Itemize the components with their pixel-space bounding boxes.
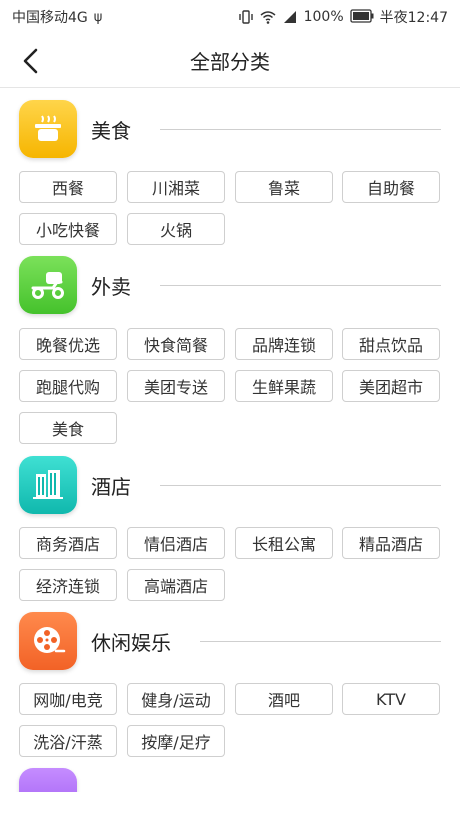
tag-item[interactable]: 川湘菜 bbox=[127, 171, 225, 203]
status-bar: 中国移动4G ψ 100% 半夜12:47 bbox=[0, 0, 460, 34]
tag-item[interactable]: 商务酒店 bbox=[19, 527, 117, 559]
battery-percent: 100% bbox=[303, 9, 344, 25]
tag-item[interactable]: 鲁菜 bbox=[235, 171, 333, 203]
tag-item[interactable]: 自助餐 bbox=[342, 171, 440, 203]
clock: 半夜12:47 bbox=[379, 10, 448, 26]
section-title: 休闲娱乐 bbox=[91, 630, 171, 655]
tag-item[interactable]: 美食 bbox=[19, 412, 117, 444]
tag-item[interactable]: 按摩/足疗 bbox=[127, 725, 225, 757]
delivery-scooter-icon bbox=[19, 256, 77, 314]
back-button[interactable] bbox=[14, 44, 48, 78]
tag-item[interactable]: 生鲜果蔬 bbox=[235, 370, 333, 402]
section-divider bbox=[160, 285, 441, 286]
tag-item[interactable]: 高端酒店 bbox=[127, 569, 225, 601]
hotel-building-icon bbox=[19, 456, 77, 514]
page-title: 全部分类 bbox=[190, 50, 270, 74]
section-title: 外卖 bbox=[91, 274, 131, 299]
tag-item[interactable]: 西餐 bbox=[19, 171, 117, 203]
tag-item[interactable]: 甜点饮品 bbox=[342, 328, 440, 360]
category-list[interactable]: 美食 西餐 川湘菜 鲁菜 自助餐 小吃快餐 火锅 外卖 晚餐优选 快食简餐 品牌… bbox=[0, 88, 460, 818]
tag-item[interactable]: 长租公寓 bbox=[235, 527, 333, 559]
bottom-mask bbox=[0, 792, 460, 818]
battery-icon bbox=[349, 9, 374, 25]
section-header: 酒店 bbox=[19, 456, 131, 514]
tag-item[interactable]: 健身/运动 bbox=[127, 683, 225, 715]
section-divider bbox=[160, 485, 441, 486]
tag-item[interactable]: 酒吧 bbox=[235, 683, 333, 715]
section-header: 外卖 bbox=[19, 256, 131, 314]
tag-item[interactable]: 精品酒店 bbox=[342, 527, 440, 559]
tag-item[interactable]: 品牌连锁 bbox=[235, 328, 333, 360]
section-title: 酒店 bbox=[91, 474, 131, 499]
tag-item[interactable]: 美团超市 bbox=[342, 370, 440, 402]
signal-icon bbox=[282, 9, 298, 25]
tag-item[interactable]: 火锅 bbox=[127, 213, 225, 245]
tag-item[interactable]: 美团专送 bbox=[127, 370, 225, 402]
chevron-left-icon bbox=[23, 48, 38, 74]
nav-bar: 全部分类 bbox=[0, 34, 460, 88]
tag-item[interactable]: 快食简餐 bbox=[127, 328, 225, 360]
film-reel-icon bbox=[19, 612, 77, 670]
vibrate-icon bbox=[238, 9, 254, 25]
tag-item[interactable]: 跑腿代购 bbox=[19, 370, 117, 402]
tag-item[interactable]: 洗浴/汗蒸 bbox=[19, 725, 117, 757]
wifi-icon bbox=[260, 9, 276, 25]
tag-item[interactable]: 网咖/电竞 bbox=[19, 683, 117, 715]
tag-item[interactable]: 晚餐优选 bbox=[19, 328, 117, 360]
tag-item[interactable]: KTV bbox=[342, 683, 440, 715]
carrier-label: 中国移动4G bbox=[12, 10, 88, 26]
section-divider bbox=[160, 129, 441, 130]
food-pot-icon bbox=[19, 100, 77, 158]
usb-icon: ψ bbox=[93, 9, 103, 25]
tag-item[interactable]: 经济连锁 bbox=[19, 569, 117, 601]
tag-item[interactable]: 情侣酒店 bbox=[127, 527, 225, 559]
section-header: 休闲娱乐 bbox=[19, 612, 171, 670]
section-title: 美食 bbox=[91, 118, 131, 143]
tag-item[interactable]: 小吃快餐 bbox=[19, 213, 117, 245]
section-divider bbox=[200, 641, 441, 642]
section-header: 美食 bbox=[19, 100, 131, 158]
